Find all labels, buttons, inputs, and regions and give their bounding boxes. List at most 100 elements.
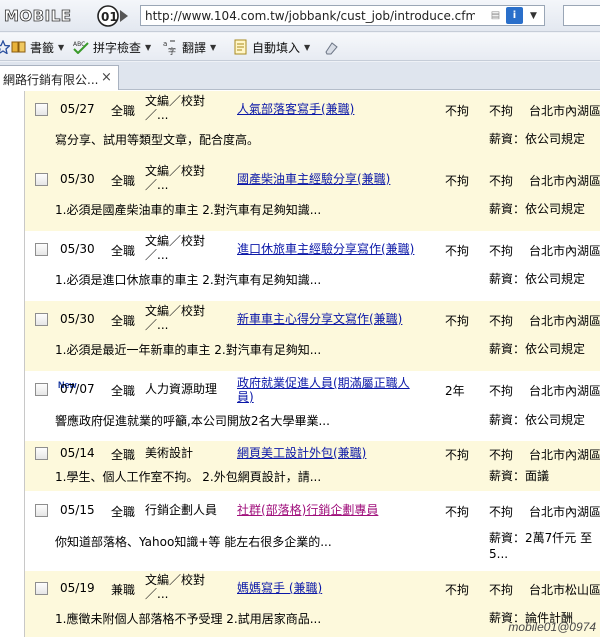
star-icon[interactable] xyxy=(0,40,10,54)
tab-strip: 網路行銷有限公... × xyxy=(0,62,600,90)
job-checkbox[interactable] xyxy=(35,447,48,460)
job-checkbox[interactable] xyxy=(35,313,48,326)
education-required: 不拘 xyxy=(489,104,514,118)
salary-info: 薪資：依公司規定 xyxy=(489,131,585,147)
job-description: 你知道部落格、Yahoo知識+等 能左右很多企業的... xyxy=(55,535,332,549)
job-category: 文編／校對 ／... xyxy=(145,304,205,332)
posted-date: 05/27 xyxy=(60,102,95,116)
job-location: 台北市內湖區 xyxy=(529,104,600,118)
job-checkbox[interactable] xyxy=(35,103,48,116)
education-required: 不拘 xyxy=(489,244,514,258)
job-category: 美術設計 xyxy=(145,446,193,460)
job-location: 台北市松山區 xyxy=(529,583,600,597)
job-location: 台北市內湖區 xyxy=(529,384,600,398)
job-checkbox[interactable] xyxy=(35,582,48,595)
job-title-link[interactable]: 網頁美工設計外包(兼職) xyxy=(237,446,366,460)
job-checkbox[interactable] xyxy=(35,243,48,256)
toolbar: 書籤 ▼ ABC 拼字檢查 ▼ a字 翻譯 ▼ 自動填入 ▼ xyxy=(0,33,600,61)
salary-info: 薪資：2萬7仟元 至 5... xyxy=(489,530,592,562)
job-category-line: ／... xyxy=(145,248,169,262)
chevron-down-icon: ▼ xyxy=(304,42,311,52)
job-title-link[interactable]: 媽媽寫手 (兼職) xyxy=(237,581,322,595)
job-category-line: 行銷企劃人員 xyxy=(145,503,218,517)
education-required: 不拘 xyxy=(489,583,514,597)
spellcheck-icon: ABC xyxy=(73,41,89,54)
address-bar[interactable]: http://www.104.com.tw/jobbank/cust_job/i… xyxy=(140,5,545,26)
translate-button[interactable]: a字 翻譯 ▼ xyxy=(163,39,216,55)
job-checkbox[interactable] xyxy=(35,504,48,517)
salary-line: 5... xyxy=(489,547,509,561)
job-category-line: 文編／校對 xyxy=(145,234,206,248)
chevron-down-icon[interactable]: ▼ xyxy=(525,7,542,24)
job-row: 05/30 全職 文編／校對 ／... 新車車主心得分享文寫作(兼職) 不拘 不拘 台北市內湖… xyxy=(25,301,600,371)
job-title-line[interactable]: 社群(部落格)行銷企劃專員 xyxy=(237,503,378,517)
job-location: 台北市內湖區 xyxy=(529,314,600,328)
job-title-line[interactable]: 新車車主心得分享文寫作(兼職) xyxy=(237,312,402,326)
bookmarks-label: 書籤 xyxy=(30,40,55,55)
job-category-line: ／... xyxy=(145,587,169,601)
eraser-icon[interactable] xyxy=(323,40,339,56)
search-input[interactable] xyxy=(563,5,600,26)
job-title-line[interactable]: 媽媽寫手 (兼職) xyxy=(237,581,322,595)
info-icon[interactable]: i xyxy=(506,7,523,24)
job-location: 台北市內湖區 xyxy=(529,448,600,462)
job-title-link[interactable]: 進口休旅車主經驗分享寫作(兼職) xyxy=(237,242,414,256)
job-description: 1.必須是最近一年新車的車主 2.對汽車有足夠知... xyxy=(55,343,322,357)
job-category-line: 美術設計 xyxy=(145,446,194,460)
page-icon[interactable]: ▤ xyxy=(487,7,504,24)
browser-chrome: MOBILE 01 http://www.104.com.tw/jobbank/… xyxy=(0,0,600,90)
posted-date: 05/30 xyxy=(60,242,95,256)
close-icon[interactable]: × xyxy=(101,70,112,85)
spellcheck-button[interactable]: ABC 拼字檢查 ▼ xyxy=(72,39,151,55)
autofill-button[interactable]: 自動填入 ▼ xyxy=(233,39,310,55)
job-category: 行銷企劃人員 xyxy=(145,503,217,517)
salary-info: 薪資：依公司規定 xyxy=(489,201,585,217)
autofill-icon xyxy=(234,39,247,55)
translate-label: 翻譯 xyxy=(182,40,207,55)
tab-active[interactable]: 網路行銷有限公... × xyxy=(0,65,119,90)
job-category-line: 文編／校對 xyxy=(145,573,206,587)
url-text[interactable]: http://www.104.com.tw/jobbank/cust_job/i… xyxy=(145,9,475,23)
chevron-down-icon: ▼ xyxy=(58,42,65,52)
job-category: 文編／校對 ／... xyxy=(145,234,205,262)
job-title-line[interactable]: 政府就業促進人員(期滿屬正職人 xyxy=(237,376,410,390)
job-type: 全職 xyxy=(111,244,136,258)
job-title-link[interactable]: 新車車主心得分享文寫作(兼職) xyxy=(237,312,402,326)
job-row: 05/27 全職 文編／校對 ／... 人氣部落客寫手(兼職) 不拘 不拘 台北市內湖區 寫分享… xyxy=(25,91,600,161)
salary-line: 薪資：2萬7仟元 至 xyxy=(489,531,593,545)
salary-info: 薪資：依公司規定 xyxy=(489,412,585,428)
job-category-line: ／... xyxy=(145,318,169,332)
education-required: 不拘 xyxy=(489,448,514,462)
job-description: 1.必須是進口休旅車的車主 2.對汽車有足夠知識... xyxy=(55,273,322,287)
job-description: 1.必須是國產柴油車的車主 2.對汽車有足夠知識... xyxy=(55,203,322,217)
job-category-line: 人力資源助理 xyxy=(145,382,218,396)
job-title-line[interactable]: 國產柴油車主經驗分享(兼職) xyxy=(237,172,390,186)
job-row: 05/30 全職 文編／校對 ／... 進口休旅車主經驗分享寫作(兼職) 不拘 不拘 台北市內… xyxy=(25,231,600,301)
spellcheck-label: 拼字檢查 xyxy=(93,40,142,55)
svg-text:01: 01 xyxy=(101,10,118,24)
bookmarks-button[interactable]: 書籤 ▼ xyxy=(11,39,64,55)
book-icon xyxy=(11,41,26,53)
experience-required: 不拘 xyxy=(445,314,470,328)
job-title-line[interactable]: 網頁美工設計外包(兼職) xyxy=(237,446,366,460)
job-title-link[interactable]: 人氣部落客寫手(兼職) xyxy=(237,102,354,116)
svg-text:a: a xyxy=(163,40,167,48)
job-location: 台北市內湖區 xyxy=(529,174,600,188)
job-description: 1.學生、個人工作室不拘。 2.外包網頁設計，請... xyxy=(55,470,322,484)
salary-line: 薪資：依公司規定 xyxy=(489,272,586,286)
svg-text:字: 字 xyxy=(168,46,176,55)
job-title-line[interactable]: 進口休旅車主經驗分享寫作(兼職) xyxy=(237,242,414,256)
address-bar-row: MOBILE 01 http://www.104.com.tw/jobbank/… xyxy=(0,0,600,32)
translate-icon: a字 xyxy=(163,40,176,55)
job-title-line[interactable]: 員) xyxy=(237,390,410,404)
job-title-link[interactable]: 社群(部落格)行銷企劃專員 xyxy=(237,503,378,517)
job-title-link[interactable]: 國產柴油車主經驗分享(兼職) xyxy=(237,172,390,186)
job-checkbox[interactable] xyxy=(35,173,48,186)
job-location: 台北市內湖區 xyxy=(529,244,600,258)
job-title-link[interactable]: 政府就業促進人員(期滿屬正職人 員) xyxy=(237,376,410,404)
job-checkbox[interactable] xyxy=(35,383,48,396)
autofill-label: 自動填入 xyxy=(252,40,301,55)
job-title-line[interactable]: 人氣部落客寫手(兼職) xyxy=(237,102,354,116)
watermark: mobile01@0974 xyxy=(508,620,596,634)
job-category: 人力資源助理 xyxy=(145,382,217,396)
